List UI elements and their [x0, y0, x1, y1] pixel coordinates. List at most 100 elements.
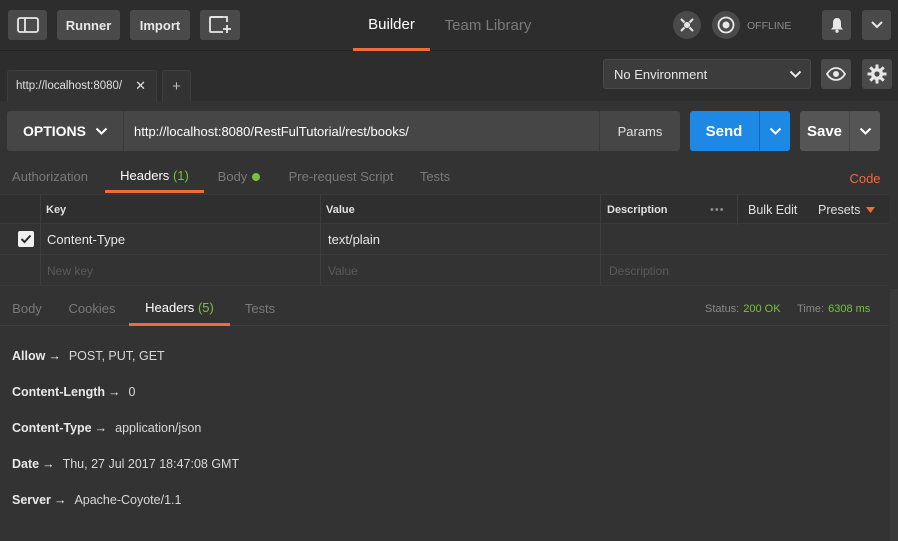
response-header-key: Content-Type [12, 421, 92, 435]
sidebar-toggle-button[interactable] [8, 10, 47, 40]
response-header-value: Apache-Coyote/1.1 [74, 493, 182, 507]
response-tab-headers-label: Headers [145, 299, 195, 315]
code-link[interactable]: Code [845, 162, 885, 195]
response-status: Status: 200 OK [705, 291, 781, 326]
runner-button[interactable]: Runner [57, 10, 120, 40]
chevron-down-icon [769, 127, 781, 135]
chevron-down-icon [95, 127, 108, 135]
response-header-value: 0 [128, 385, 136, 399]
status-label: Status: [705, 302, 740, 315]
request-tabs: Authorization Headers (1) Body Pre-reque… [0, 160, 898, 193]
sync-icon [680, 18, 694, 32]
notifications-button[interactable] [822, 10, 851, 40]
url-input[interactable]: http://localhost:8080/RestFulTutorial/re… [134, 111, 409, 151]
chevron-down-icon [789, 70, 802, 78]
arrow-icon: → [53, 493, 67, 507]
response-header-item: Content-Type → application/json [12, 419, 201, 437]
save-button-group: Save [800, 111, 880, 151]
more-options-button[interactable]: ••• [710, 195, 725, 225]
arrow-icon: → [42, 457, 55, 471]
table-row-new: New key Value Description [0, 255, 889, 286]
bulk-edit-button[interactable]: Bulk Edit [748, 195, 797, 225]
new-description-input[interactable]: Description [609, 255, 669, 286]
send-button[interactable]: Send [690, 111, 758, 151]
environment-select-value: No Environment [614, 66, 708, 82]
tab-prerequest-script[interactable]: Pre-request Script [283, 160, 399, 193]
new-value-input[interactable]: Value [328, 255, 358, 286]
tab-authorization[interactable]: Authorization [0, 160, 100, 193]
response-header-value: POST, PUT, GET [68, 349, 165, 363]
column-key: Key [46, 204, 67, 216]
save-button[interactable]: Save [800, 111, 849, 151]
request-tab[interactable]: http://localhost:8080/ ✕ [7, 70, 157, 101]
tab-team-library[interactable]: Team Library [440, 0, 536, 51]
column-divider [600, 255, 601, 286]
response-tab-cookies[interactable]: Cookies [62, 291, 122, 326]
response-tab-headers-count: (5) [197, 299, 214, 315]
row-enabled-checkbox[interactable] [18, 231, 34, 247]
time-label: Time: [797, 302, 825, 315]
column-divider [737, 195, 738, 225]
sync-button[interactable] [673, 11, 701, 39]
new-tab-button[interactable]: + [162, 70, 191, 101]
column-divider [600, 195, 601, 225]
save-options-button[interactable] [849, 111, 880, 151]
headers-table: Key Value Description ••• Bulk Edit Pres… [0, 194, 889, 286]
tab-headers[interactable]: Headers (1) [105, 160, 204, 193]
top-bar: Runner Import Builder Team Library OFFLI… [0, 0, 898, 51]
header-description-cell[interactable] [608, 224, 888, 255]
presets-label: Presets [818, 203, 861, 217]
arrow-icon: → [48, 349, 61, 363]
environment-quick-look-button[interactable] [821, 59, 851, 89]
checkbox-icon [20, 234, 32, 244]
method-value: OPTIONS [23, 123, 87, 139]
gear-icon [867, 64, 887, 84]
column-divider [40, 255, 41, 286]
response-tab-body[interactable]: Body [0, 291, 54, 326]
tab-builder[interactable]: Builder [353, 0, 430, 51]
method-select[interactable]: OPTIONS [7, 111, 124, 151]
offline-icon [717, 16, 735, 34]
column-divider [320, 224, 321, 255]
offline-status-button[interactable] [712, 11, 740, 39]
response-header-key: Server [12, 493, 51, 507]
new-window-icon [209, 16, 231, 33]
send-button-group: Send [690, 111, 790, 151]
response-tab-headers[interactable]: Headers (5) [129, 291, 230, 326]
response-header-item: Allow → POST, PUT, GET [12, 347, 165, 365]
import-button[interactable]: Import [130, 10, 190, 40]
close-icon[interactable]: ✕ [135, 78, 146, 94]
response-header-key: Allow [12, 349, 46, 363]
response-header-item: Content-Length → 0 [12, 383, 135, 401]
eye-icon [826, 67, 846, 81]
response-header-item: Server → Apache-Coyote/1.1 [12, 491, 181, 509]
arrow-icon: → [108, 385, 121, 399]
header-value-cell[interactable]: text/plain [328, 224, 380, 255]
new-key-input[interactable]: New key [47, 255, 93, 286]
tab-body-label: Body [217, 169, 248, 184]
column-divider [600, 224, 601, 255]
headers-table-header: Key Value Description ••• Bulk Edit Pres… [0, 194, 889, 225]
environment-select[interactable]: No Environment [603, 59, 811, 89]
tab-tests[interactable]: Tests [414, 160, 456, 193]
new-button[interactable] [200, 10, 240, 40]
response-header-value: application/json [115, 421, 202, 435]
response-tab-tests[interactable]: Tests [238, 291, 282, 326]
column-divider [40, 224, 41, 255]
response-header-item: Date → Thu, 27 Jul 2017 18:47:08 GMT [12, 455, 239, 473]
tabs-row: http://localhost:8080/ ✕ + No Environmen… [0, 51, 898, 101]
presets-button[interactable]: Presets [818, 195, 876, 225]
header-key-cell[interactable]: Content-Type [47, 224, 125, 255]
column-description: Description [607, 204, 668, 216]
body-indicator-dot [252, 172, 261, 181]
response-header-key: Content-Length [12, 385, 106, 399]
account-menu-button[interactable] [862, 10, 891, 40]
send-options-button[interactable] [759, 111, 790, 151]
tab-body[interactable]: Body [212, 160, 266, 193]
params-button[interactable]: Params [599, 111, 680, 151]
tab-headers-label: Headers [120, 167, 170, 183]
column-divider [320, 195, 321, 225]
scrollbar[interactable] [890, 289, 898, 541]
manage-environments-button[interactable] [862, 59, 892, 89]
url-bar: OPTIONS http://localhost:8080/RestFulTut… [7, 111, 680, 151]
